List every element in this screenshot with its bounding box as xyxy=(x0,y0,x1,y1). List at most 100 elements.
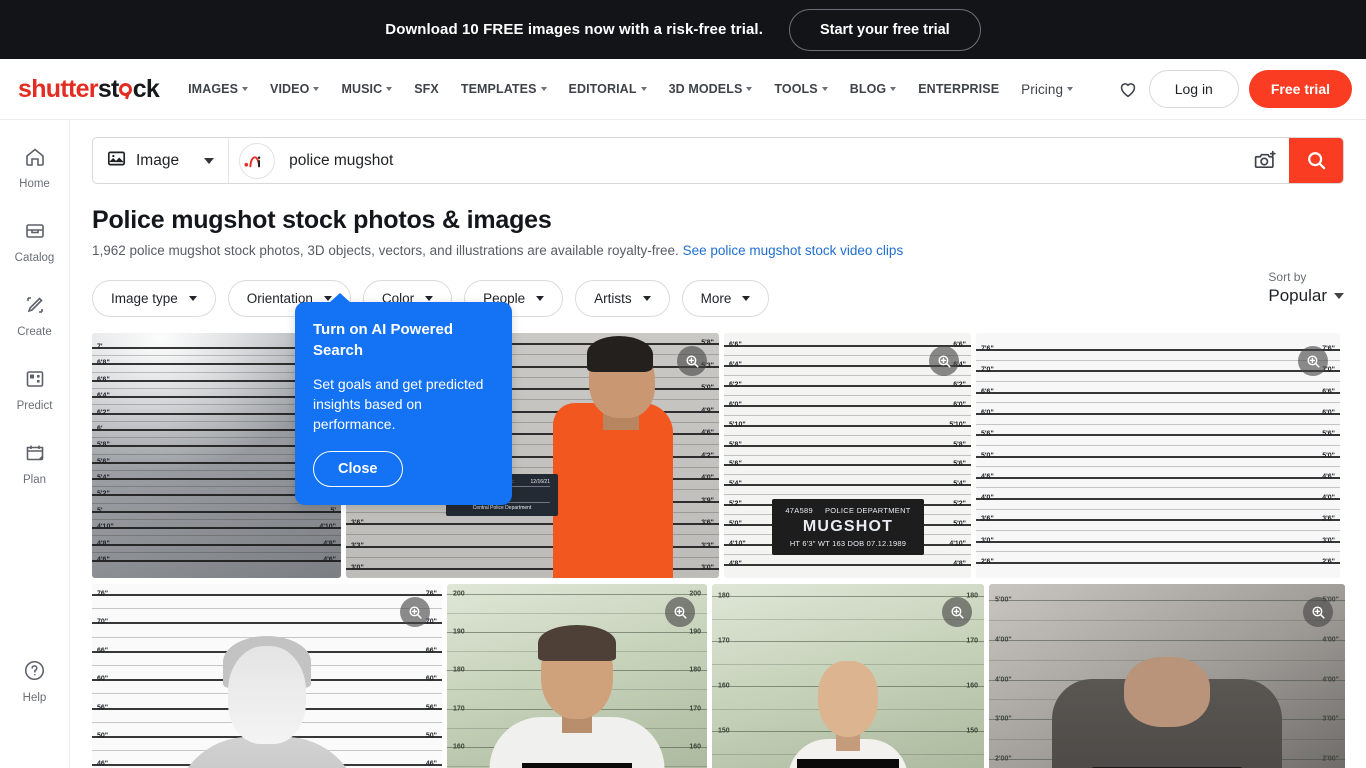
filter-image-type[interactable]: Image type xyxy=(92,280,216,317)
height-label: 5'4" xyxy=(953,480,966,488)
height-label: 6' xyxy=(97,425,103,433)
result-tile-blank-height-chart[interactable]: 7'6" 7'6" 7'0" 7'0" 6'6" 6'6" 6'0" 6'0" 5'6" 5'6"… xyxy=(976,333,1340,578)
chevron-down-icon xyxy=(742,296,751,301)
nav-item-blog[interactable]: BLOG xyxy=(839,74,908,104)
height-rule-minor xyxy=(976,402,1340,404)
height-rule-minor xyxy=(724,374,971,376)
nav-item-music[interactable]: MUSIC xyxy=(330,74,403,104)
nav-item-templates[interactable]: TEMPLATES xyxy=(450,74,558,104)
height-label: 190 xyxy=(453,628,465,636)
height-rule xyxy=(92,594,442,596)
free-trial-button[interactable]: Free trial xyxy=(1248,70,1352,108)
height-label: 56" xyxy=(425,704,437,711)
ai-search-toggle[interactable] xyxy=(239,142,276,179)
sidebar-item-catalog[interactable]: Catalog xyxy=(1,210,69,273)
site-header: shutter st ck IMAGES VIDEO MUSIC SFX TEMPL… xyxy=(0,59,1366,120)
sort-by-caption: Sort by xyxy=(1268,270,1307,284)
asset-type-select[interactable]: Image xyxy=(93,138,230,183)
height-rule xyxy=(724,404,971,407)
favorites-heart-icon[interactable] xyxy=(1117,78,1139,100)
height-label: 6'4" xyxy=(97,392,110,400)
placard: 47A589 POLICE DEPARTMENT MUGSHOT HT 6'3"… xyxy=(772,499,924,555)
height-label: 6'0" xyxy=(953,401,966,409)
tooltip-close-button[interactable]: Close xyxy=(313,451,403,487)
height-label: 3'6" xyxy=(701,519,714,527)
placard-title: MUGSHOT xyxy=(802,518,894,535)
result-tile-man-grey-hoodie[interactable]: 5'00" 5'00" 4'00" 4'00" 4'00" 4'00" 3'00" 3'00"… xyxy=(989,584,1345,768)
result-tile-woman-blonde[interactable]: 180180170170160160150150140140130130 xyxy=(712,584,984,768)
results-grid: 7'7'6'8"6'8"6'6"6'6"6'4"6'4"6'2"6'2"6'6'… xyxy=(92,333,1345,768)
height-label: 2'00" xyxy=(1322,755,1339,763)
height-label: 3'3" xyxy=(701,542,714,549)
height-label: 5'6" xyxy=(1322,430,1335,438)
start-free-trial-button[interactable]: Start your free trial xyxy=(788,8,981,51)
nav-item-images[interactable]: IMAGES xyxy=(177,74,259,104)
chevron-down-icon xyxy=(746,87,753,91)
search-input[interactable] xyxy=(275,138,1241,183)
sidebar-item-home[interactable]: Home xyxy=(1,136,69,199)
nav-item-3d-models[interactable]: 3D MODELS xyxy=(658,74,764,104)
page-body: Home Catalog Create Predict Plan Help Im… xyxy=(0,120,1366,768)
filter-artists[interactable]: Artists xyxy=(575,280,670,317)
height-rule-minor xyxy=(989,619,1345,621)
nav-item-editorial[interactable]: EDITORIAL xyxy=(558,74,658,104)
height-rule xyxy=(976,498,1340,501)
sort-by-control[interactable]: Sort by Popular xyxy=(1268,270,1344,306)
height-label: 3'00" xyxy=(1322,715,1339,723)
filter-more[interactable]: More xyxy=(681,280,770,317)
nav-item-enterprise[interactable]: ENTERPRISE xyxy=(907,74,1010,104)
chevron-down-icon xyxy=(1334,293,1344,299)
height-rule xyxy=(724,464,971,467)
height-label: 6'0" xyxy=(981,409,994,417)
result-tile-mugshot-board[interactable]: 6'6" 6'6" 6'4" 6'4" 6'2" 6'2" 6'0" 6'0" 5'10" 5'1… xyxy=(724,333,971,578)
predict-icon xyxy=(23,367,47,396)
magnifier-plus-icon[interactable] xyxy=(665,597,695,627)
sidebar-item-plan[interactable]: Plan xyxy=(1,432,69,495)
magnifier-plus-icon[interactable] xyxy=(400,597,430,627)
height-label: 4'6" xyxy=(701,429,714,437)
height-label: 5'8" xyxy=(97,441,110,449)
video-clips-link[interactable]: See police mugshot stock video clips xyxy=(683,243,904,258)
nav-item-sfx[interactable]: SFX xyxy=(403,74,450,104)
height-label: 6'6" xyxy=(97,376,110,384)
magnifier-plus-icon[interactable] xyxy=(942,597,972,627)
nav-label: EDITORIAL xyxy=(568,82,637,96)
magnifier-plus-icon[interactable] xyxy=(677,346,707,376)
sidebar-item-label: Plan xyxy=(22,474,47,486)
result-tile-man-white-tshirt[interactable]: 2002001901901801801701701601601501501401… xyxy=(447,584,707,768)
height-rule xyxy=(976,540,1340,543)
height-label: 4'6" xyxy=(323,556,336,564)
magnifier-plus-icon[interactable] xyxy=(929,346,959,376)
height-label: 2'6" xyxy=(981,558,994,566)
shutterstock-logo[interactable]: shutter st ck xyxy=(18,75,160,104)
height-label: 76" xyxy=(425,590,437,598)
chevron-down-icon xyxy=(386,87,393,91)
magnifier-plus-icon[interactable] xyxy=(1298,346,1328,376)
sidebar-item-help[interactable]: Help xyxy=(1,649,69,713)
nav-item-video[interactable]: VIDEO xyxy=(259,74,330,104)
visual-search-camera-button[interactable] xyxy=(1241,138,1289,183)
height-label: 3'9" xyxy=(701,497,714,504)
tooltip-body: Set goals and get predicted insights bas… xyxy=(313,376,484,433)
sidebar-item-create[interactable]: Create xyxy=(1,284,69,347)
height-label: 180 xyxy=(966,592,978,600)
nav-item-pricing[interactable]: Pricing xyxy=(1010,74,1084,105)
height-label: 7'6" xyxy=(981,345,994,353)
height-rule xyxy=(712,596,984,597)
height-label: 4'0" xyxy=(1322,494,1335,502)
height-label: 6'6" xyxy=(981,388,994,396)
result-tile-silhouette-mugshot[interactable]: 76" 76" 70" 70" 66" 66" 60" 60" 56" 56" 50" 50" 46" 4… xyxy=(92,584,442,768)
login-button[interactable]: Log in xyxy=(1148,70,1239,108)
height-label: 5'10" xyxy=(729,421,746,429)
height-label: 4'10" xyxy=(319,523,336,531)
height-rule-minor xyxy=(976,487,1340,489)
height-label: 180 xyxy=(453,666,465,674)
magnifier-plus-icon[interactable] xyxy=(1303,597,1333,627)
placard-stats: HT 6'3" WT 163 DOB 07.12.1989 xyxy=(789,539,907,548)
height-label: 160 xyxy=(966,682,978,690)
nav-item-tools[interactable]: TOOLS xyxy=(763,74,838,104)
height-label: 4'2" xyxy=(701,452,714,459)
search-submit-button[interactable] xyxy=(1289,138,1343,183)
height-label: 5'6" xyxy=(981,430,994,438)
sidebar-item-predict[interactable]: Predict xyxy=(1,358,69,421)
